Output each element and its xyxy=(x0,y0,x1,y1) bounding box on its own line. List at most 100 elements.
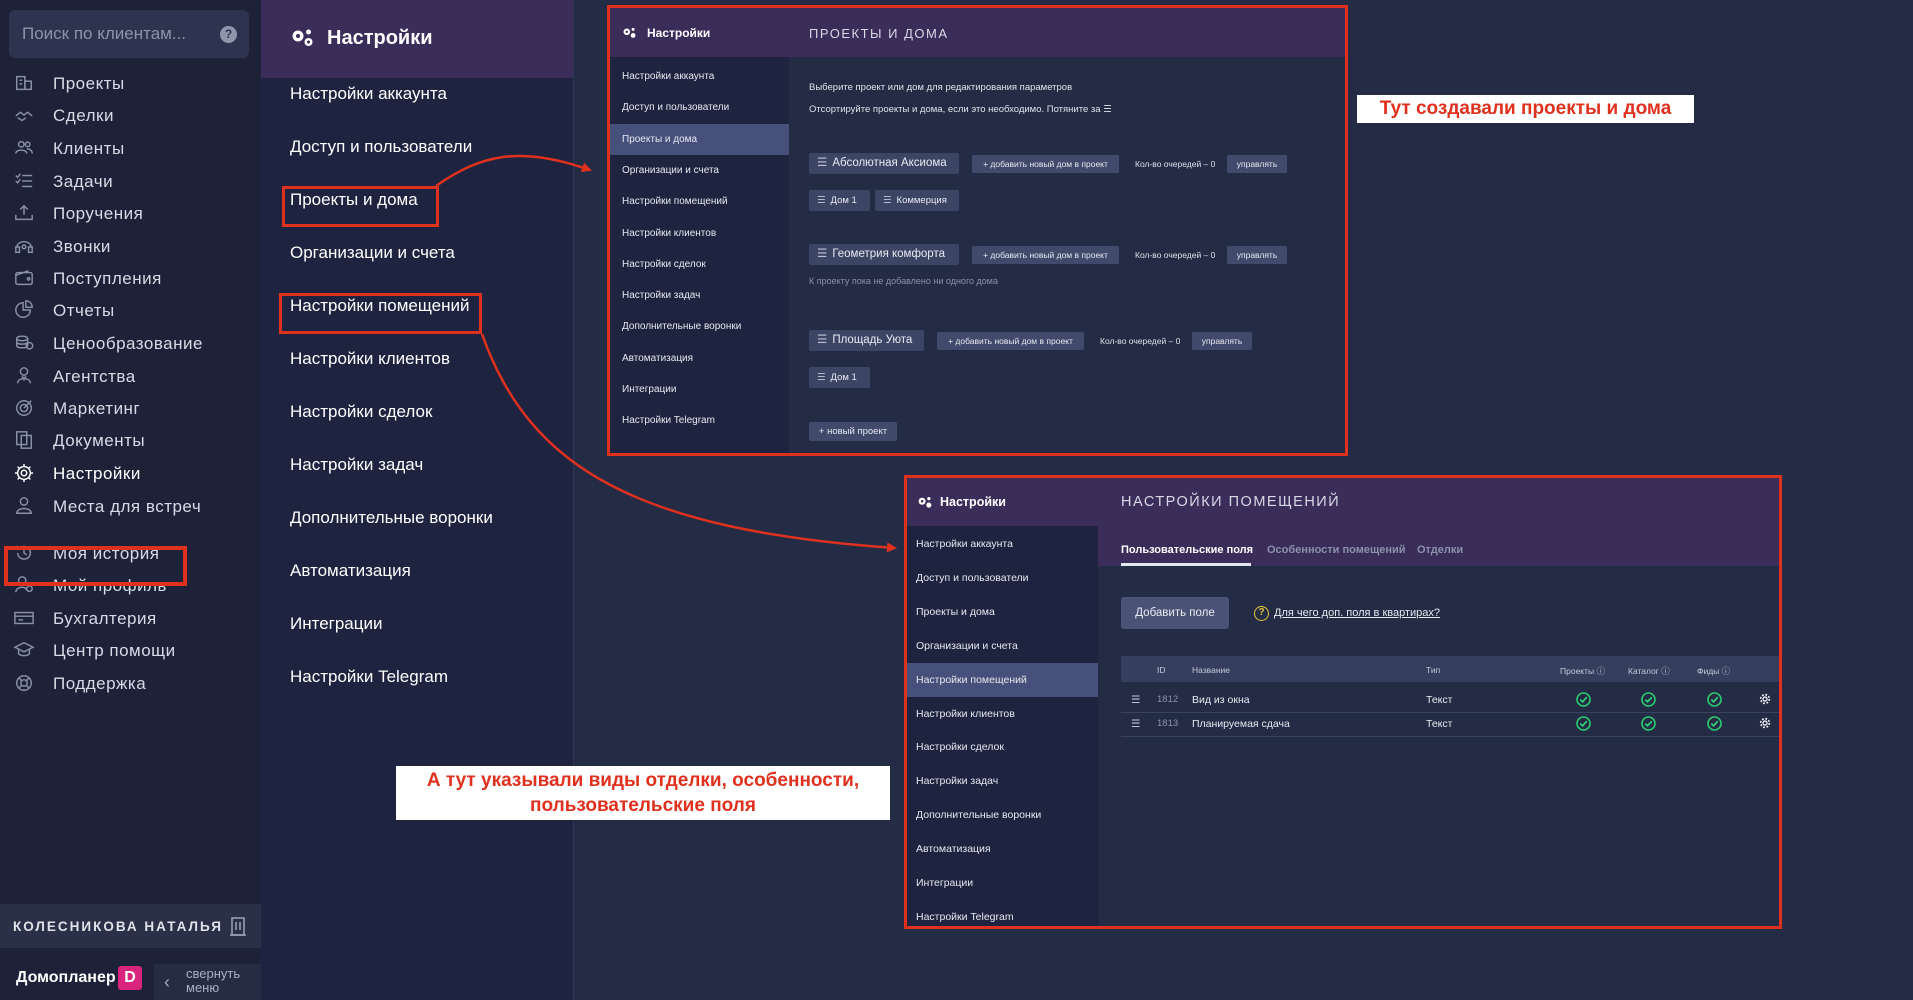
drag-handle-icon[interactable]: ☰ xyxy=(817,157,827,169)
panel2-sidebar-item-3[interactable]: Организации и счета xyxy=(907,629,1098,663)
panel1-sidebar-item-9[interactable]: Автоматизация xyxy=(610,343,789,374)
gear-icon[interactable] xyxy=(1759,693,1771,705)
nav-item-12[interactable]: Настройки xyxy=(0,456,261,490)
nav-item-4[interactable]: Поручения xyxy=(0,196,261,230)
manage-button[interactable]: управлять xyxy=(1192,332,1252,350)
settings-item-8[interactable]: Дополнительные воронки xyxy=(290,508,493,528)
drag-handle-icon[interactable]: ☰ xyxy=(1131,694,1140,706)
tab-custom-fields[interactable]: Пользовательские поля xyxy=(1121,544,1253,556)
drag-handle-icon[interactable]: ☰ xyxy=(1131,718,1140,730)
nav-item-5[interactable]: Звонки xyxy=(0,229,261,263)
panel1-sidebar-item-10[interactable]: Интеграции xyxy=(610,374,789,405)
check-icon[interactable] xyxy=(1576,716,1591,731)
project-chip-0[interactable]: ☰ Абсолютная Аксиома xyxy=(809,153,959,174)
main-sidebar: ? Проекты Сделки Клиенты Задачи Поручения Зво… xyxy=(0,0,261,1000)
drag-handle-icon[interactable]: ☰ xyxy=(817,195,826,206)
settings-item-0[interactable]: Настройки аккаунта xyxy=(290,84,447,104)
nav-item-0[interactable]: Проекты xyxy=(0,66,261,100)
settings-item-9[interactable]: Автоматизация xyxy=(290,561,411,581)
drag-handle-icon[interactable]: ☰ xyxy=(817,372,826,383)
panel2-sidebar-item-7[interactable]: Настройки задач xyxy=(907,764,1098,798)
check-icon[interactable] xyxy=(1641,692,1656,707)
panel2-sidebar-item-6[interactable]: Настройки сделок xyxy=(907,730,1098,764)
panel1-sidebar-item-8[interactable]: Дополнительные воронки xyxy=(610,311,789,342)
project-chip-2[interactable]: ☰ Площадь Уюта xyxy=(809,330,924,351)
manage-button[interactable]: управлять xyxy=(1227,246,1287,264)
tab-room-features[interactable]: Особенности помещений xyxy=(1267,544,1406,556)
panel2-sidebar-item-0[interactable]: Настройки аккаунта xyxy=(907,527,1098,561)
panel1-sidebar-item-11[interactable]: Настройки Telegram xyxy=(610,405,789,436)
nav-item-8[interactable]: Ценообразование xyxy=(0,326,261,360)
drag-handle-icon[interactable]: ☰ xyxy=(817,248,827,260)
panel2-sidebar-item-10[interactable]: Интеграции xyxy=(907,866,1098,900)
panel2-sidebar-item-9[interactable]: Автоматизация xyxy=(907,832,1098,866)
house-chip[interactable]: ☰ Коммерция xyxy=(875,190,959,211)
nav-item-3[interactable]: Задачи xyxy=(0,164,261,198)
drag-handle-icon[interactable]: ☰ xyxy=(883,195,892,206)
panel2-sidebar-item-1[interactable]: Доступ и пользователи xyxy=(907,561,1098,595)
panel2-sidebar-item-8[interactable]: Дополнительные воронки xyxy=(907,798,1098,832)
panel1-sidebar-item-0[interactable]: Настройки аккаунта xyxy=(610,61,789,92)
nav-item-9[interactable]: Агентства xyxy=(0,359,261,393)
nav-item-1[interactable]: Сделки xyxy=(0,98,261,132)
settings-item-6[interactable]: Настройки сделок xyxy=(290,402,432,422)
panel1-sidebar-item-1[interactable]: Доступ и пользователи xyxy=(610,92,789,123)
add-field-button[interactable]: Добавить поле xyxy=(1121,597,1229,629)
check-icon[interactable] xyxy=(1707,716,1722,731)
queue-count-label: Кол-во очередей – 0 xyxy=(1100,336,1181,346)
project-name: Абсолютная Аксиома xyxy=(832,157,947,169)
help-icon[interactable]: ? xyxy=(220,26,237,43)
help-link[interactable]: Для чего доп. поля в квартирах? xyxy=(1274,607,1440,619)
tab-finishes[interactable]: Отделки xyxy=(1417,544,1463,556)
gear-icon[interactable] xyxy=(1759,717,1771,729)
panel1-sidebar-item-3[interactable]: Организации и счета xyxy=(610,155,789,186)
nav-item-16[interactable]: Бухгалтерия xyxy=(0,601,261,635)
lifebuoy-icon xyxy=(16,675,32,691)
panel1-sidebar-item-6[interactable]: Настройки сделок xyxy=(610,249,789,280)
drag-handle-icon[interactable]: ☰ xyxy=(817,334,827,346)
table-row[interactable]: ☰ 1813 Планируемая сдача Текст xyxy=(1121,712,1779,736)
house-chip[interactable]: ☰ Дом 1 xyxy=(809,190,870,211)
search-input[interactable] xyxy=(9,10,209,58)
panel1-sidebar-item-2[interactable]: Проекты и дома xyxy=(610,123,789,155)
add-house-button[interactable]: + добавить новый дом в проект xyxy=(972,246,1119,264)
check-icon[interactable] xyxy=(1707,692,1722,707)
check-icon[interactable] xyxy=(1641,716,1656,731)
nav-item-11[interactable]: Документы xyxy=(0,423,261,457)
settings-item-3[interactable]: Организации и счета xyxy=(290,243,455,263)
settings-header: Настройки xyxy=(261,0,573,78)
nav-item-18[interactable]: Поддержка xyxy=(0,666,261,700)
panel1-sidebar-item-5[interactable]: Настройки клиентов xyxy=(610,218,789,249)
settings-item-1[interactable]: Доступ и пользователи xyxy=(290,137,472,157)
panel2-sidebar-item-2[interactable]: Проекты и дома xyxy=(907,595,1098,629)
nav-item-6[interactable]: Поступления xyxy=(0,261,261,295)
house-chip[interactable]: ☰ Дом 1 xyxy=(809,367,870,388)
settings-item-10[interactable]: Интеграции xyxy=(290,614,383,634)
user-bar[interactable]: КОЛЕСНИКОВА НАТАЛЬЯ xyxy=(0,904,261,948)
nav-item-13[interactable]: Места для встреч xyxy=(0,489,261,523)
col-feeds: Фиды ⓘ xyxy=(1697,666,1731,676)
panel2-sidebar-item-5[interactable]: Настройки клиентов xyxy=(907,697,1098,731)
check-icon[interactable] xyxy=(1576,692,1591,707)
settings-item-11[interactable]: Настройки Telegram xyxy=(290,667,448,687)
nav-item-7[interactable]: Отчеты xyxy=(0,293,261,327)
add-house-button[interactable]: + добавить новый дом в проект xyxy=(937,332,1084,350)
settings-item-7[interactable]: Настройки задач xyxy=(290,455,423,475)
add-house-button[interactable]: + добавить новый дом в проект xyxy=(972,155,1119,173)
collapse-menu-button[interactable]: ‹ свернуть меню xyxy=(154,964,261,1000)
nav-item-10[interactable]: Маркетинг xyxy=(0,391,261,425)
new-project-button[interactable]: + новый проект xyxy=(809,422,897,441)
project-chip-1[interactable]: ☰ Геометрия комфорта xyxy=(809,244,959,265)
callout-rooms-line2: пользовательские поля xyxy=(530,795,756,816)
nav-item-2[interactable]: Клиенты xyxy=(0,131,261,165)
panel1-sidebar-item-7[interactable]: Настройки задач xyxy=(610,280,789,311)
panel2-sidebar-item-4[interactable]: Настройки помещений xyxy=(907,662,1098,697)
settings-item-5[interactable]: Настройки клиентов xyxy=(290,349,450,369)
panel1-sidebar-item-4[interactable]: Настройки помещений xyxy=(610,186,789,217)
manage-button[interactable]: управлять xyxy=(1227,155,1287,173)
table-row[interactable]: ☰ 1812 Вид из окна Текст xyxy=(1121,688,1779,712)
nav-item-label: Проекты xyxy=(53,74,125,93)
panel2-sidebar-item-11[interactable]: Настройки Telegram xyxy=(907,900,1098,926)
nav-item-17[interactable]: Центр помощи xyxy=(0,633,261,667)
building-icon[interactable] xyxy=(229,916,247,936)
